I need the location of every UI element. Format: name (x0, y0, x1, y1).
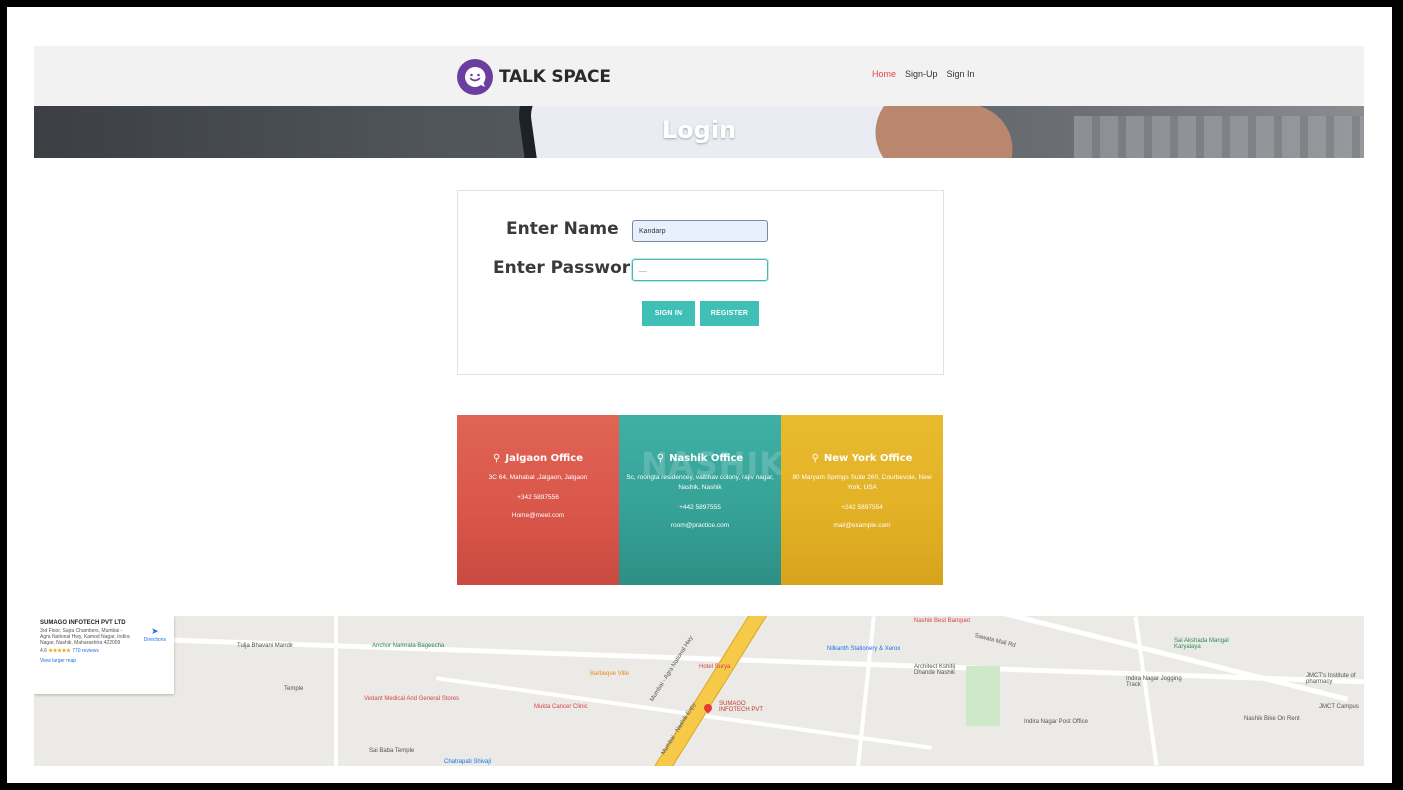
map-info-card: SUMAGO INFOTECH PVT LTD 3rd Floor, Sajra… (34, 616, 174, 694)
map-label: Anchor Namrata Bageecha (372, 643, 445, 649)
office-title: Jalgaon Office (505, 453, 583, 464)
office-email: mail@example.com (833, 522, 891, 529)
map-road (334, 616, 338, 766)
map-label: JMCT Campus (1319, 704, 1359, 710)
map-label: Sai Akshada Mangal Karyalaya (1174, 638, 1229, 650)
office-card-jalgaon: ⚲ Jalgaon Office 3C 64, Mahabal ,Jalgaon,… (457, 415, 619, 585)
map-label: Vedant Medical And General Stores (364, 696, 460, 702)
nav-links: Home Sign-Up Sign In (872, 69, 975, 79)
map-label: Temple (284, 686, 304, 692)
map-label: Indira Nagar Jogging Track (1126, 676, 1182, 688)
map-label: Nilkanth Stationery & Xerox (827, 646, 901, 652)
embedded-map[interactable]: SUMAGO INFOTECH PVT LTD 3rd Floor, Sajra… (34, 616, 1364, 766)
name-input[interactable] (632, 220, 768, 242)
password-label: Enter Password (493, 258, 643, 278)
office-card-newyork: ⚲ New York Office 80 Maryam Springs Suite… (781, 415, 943, 585)
map-label: Indira Nagar Post Office (1024, 719, 1088, 725)
directions-icon: ➤ (151, 626, 159, 636)
office-card-nashik: NASHIK ⚲ Nashik Office Sc, roongta reside… (619, 415, 781, 585)
nav-signin-link[interactable]: Sign In (947, 69, 975, 79)
office-address: 3C 64, Mahabal ,Jalgaon, Jalgaon (488, 474, 588, 481)
map-road (1133, 616, 1159, 766)
directions-button[interactable]: ➤ Directions (144, 626, 166, 643)
office-title: Nashik Office (669, 453, 744, 464)
directions-label: Directions (143, 637, 166, 643)
office-address: Sc, roongta residencey, vaibhav colony, … (626, 474, 774, 491)
password-input[interactable] (632, 259, 768, 281)
map-label: SUMAGO INFOTECH PVT (719, 701, 764, 713)
brand[interactable]: TALK SPACE (457, 58, 611, 96)
office-address: 80 Maryam Springs Suite 260, Courbevoie,… (792, 474, 932, 491)
login-card: Enter Name Enter Password SIGN IN REGIST… (457, 190, 944, 375)
map-label: Tulja Bhavani Mandir (237, 643, 294, 649)
map-pin-icon: ⚲ (811, 453, 819, 464)
office-email: Home@meet.com (511, 512, 565, 519)
map-place-address: 3rd Floor, Sajra Chambers, Mumbai - Agra… (40, 628, 130, 646)
map-pin-icon: ⚲ (493, 453, 501, 464)
map-label: Mukta Cancer Clinic (534, 704, 588, 710)
office-email: room@practice.com (670, 522, 730, 529)
map-label: Sai Baba Temple (369, 748, 415, 754)
view-larger-map-link[interactable]: View larger map (40, 658, 168, 664)
office-phone: +242 5897554 (841, 504, 883, 511)
navbar: TALK SPACE Home Sign-Up Sign In (34, 46, 1364, 106)
map-label: Nashik Bike On Rent (1244, 716, 1300, 722)
hero-banner: Login (34, 106, 1364, 158)
map-label: Hotel Surya (699, 664, 731, 670)
brand-name: TALK SPACE (499, 67, 611, 87)
office-title: New York Office (823, 453, 913, 464)
office-phone: +442 5897555 (679, 504, 721, 511)
map-label: Chatrapati Shivaji (444, 759, 492, 765)
map-road (856, 616, 876, 766)
register-button[interactable]: REGISTER (700, 301, 759, 326)
page-title: Login (661, 116, 737, 144)
offices-section: ⚲ Jalgaon Office 3C 64, Mahabal ,Jalgaon,… (457, 415, 943, 585)
office-phone: +342 5897556 (517, 494, 559, 501)
chat-smile-icon (457, 59, 493, 95)
sign-in-button[interactable]: SIGN IN (642, 301, 695, 326)
map-label: Barbeque Ville (590, 671, 629, 677)
map-pin-icon: ⚲ (656, 453, 665, 464)
map-label: Nashik Best Banquet (914, 618, 971, 624)
map-reviews-link[interactable]: 770 reviews (72, 648, 99, 654)
map-label: Mumbai - Agra National Hwy (649, 635, 695, 703)
map-label: JMCT's Institute of pharmacy (1306, 673, 1356, 685)
map-label: Architect Kshitij Dhande Nashik (914, 664, 956, 676)
map-rating-stars: ★★★★★ (48, 648, 71, 654)
map-rating-value: 4.6 (40, 648, 47, 654)
map-label: Sawata Mali Rd (973, 633, 1017, 649)
browser-viewport: TALK SPACE Home Sign-Up Sign In Login En… (7, 7, 1392, 783)
nav-signup-link[interactable]: Sign-Up (905, 69, 938, 79)
nav-home-link[interactable]: Home (872, 69, 896, 79)
name-label: Enter Name (506, 219, 619, 239)
